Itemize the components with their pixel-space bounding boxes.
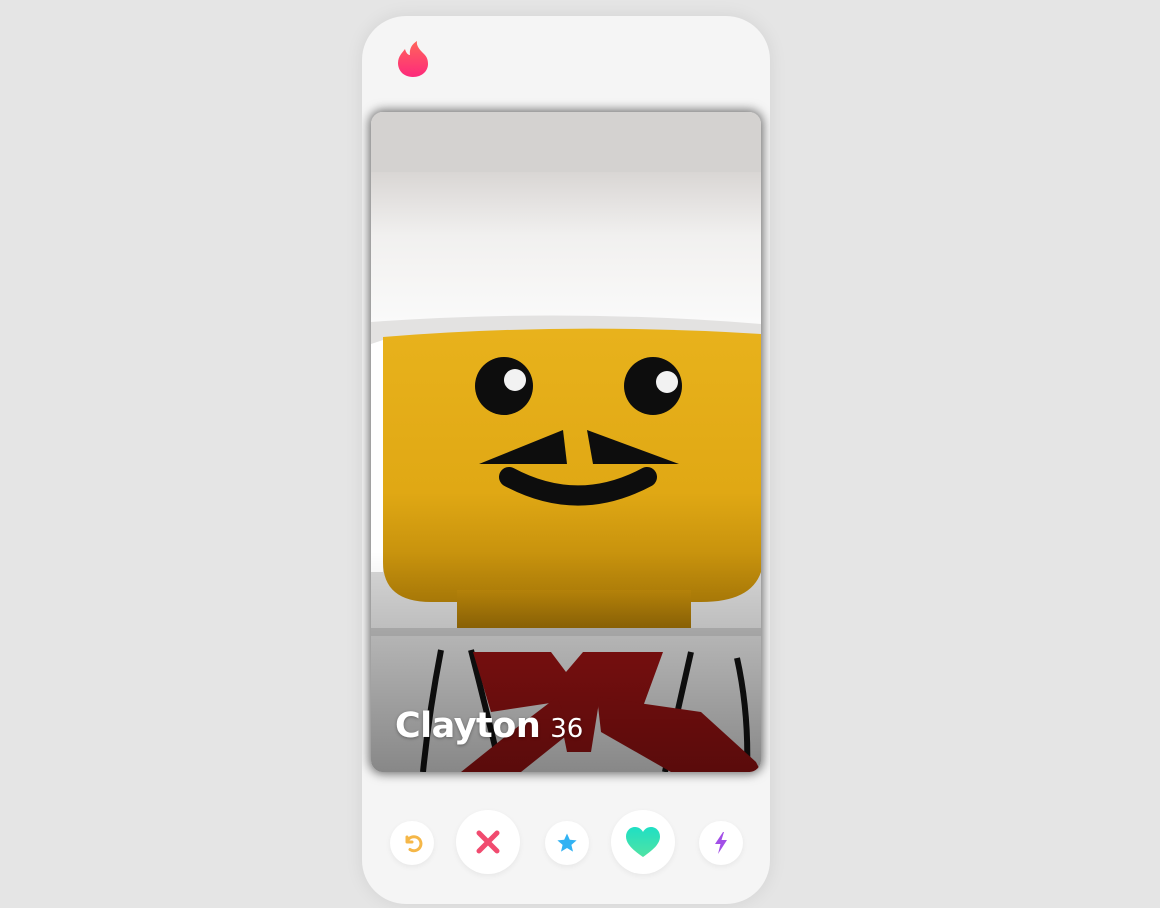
nope-button[interactable] [456, 810, 520, 874]
close-icon [476, 830, 500, 854]
lightning-icon [715, 832, 727, 854]
top-bar [362, 16, 770, 104]
rewind-icon [405, 835, 423, 853]
profile-card[interactable]: Clayton 36 [371, 112, 761, 772]
profile-age: 36 [550, 714, 584, 744]
phone-frame: Clayton 36 [362, 16, 770, 904]
like-button[interactable] [611, 810, 675, 874]
heart-icon [626, 827, 660, 857]
rewind-button[interactable] [390, 821, 434, 865]
profile-info: Clayton 36 [395, 706, 583, 746]
flame-icon[interactable] [396, 40, 430, 78]
super-like-button[interactable] [545, 821, 589, 865]
action-bar [362, 810, 770, 874]
profile-name: Clayton [395, 706, 541, 746]
star-icon [557, 833, 577, 852]
boost-button[interactable] [699, 821, 743, 865]
